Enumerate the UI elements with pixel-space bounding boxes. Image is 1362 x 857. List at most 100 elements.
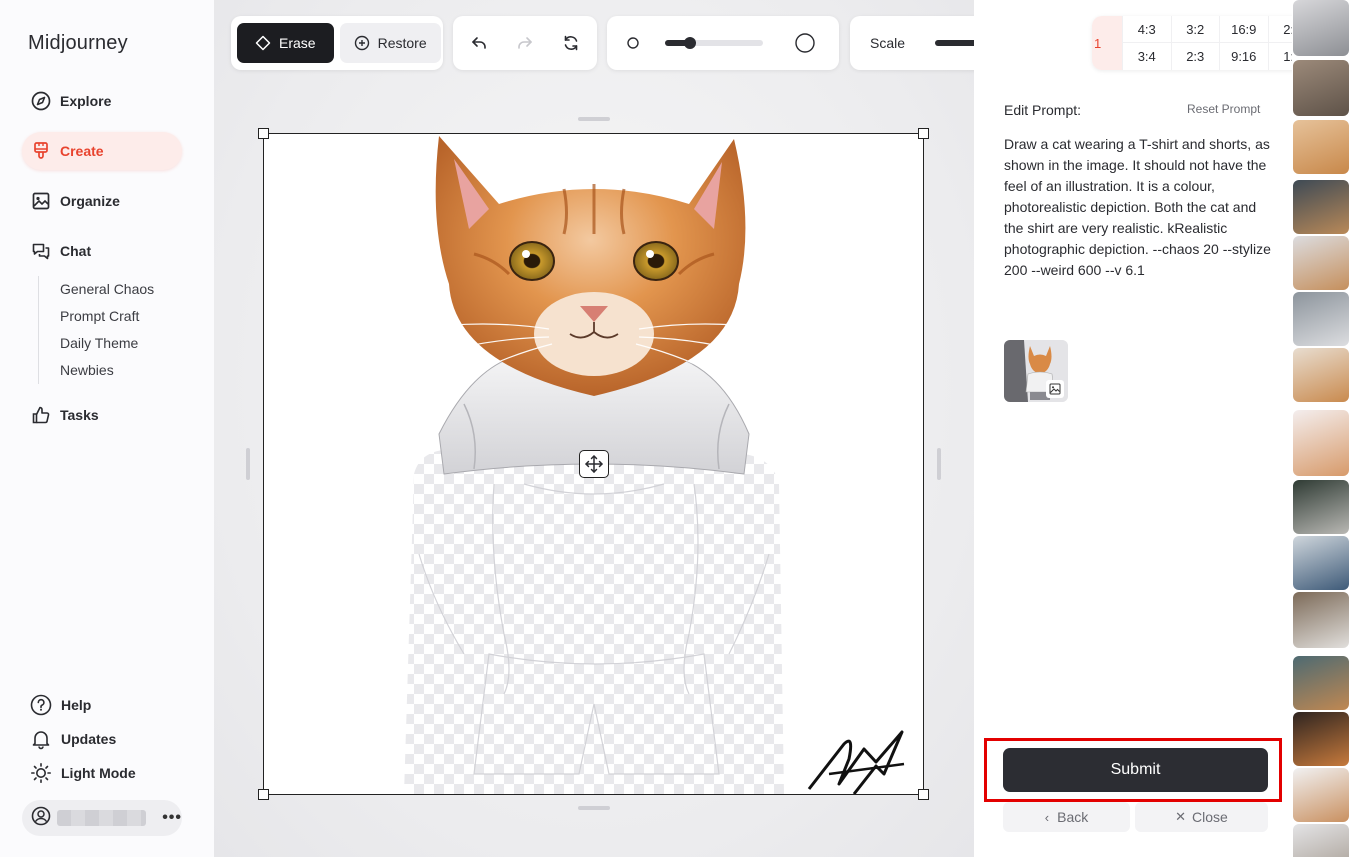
channel-general-chaos[interactable]: General Chaos [39, 276, 188, 303]
history-thumbnail[interactable] [1293, 180, 1349, 234]
history-thumbnail[interactable] [1293, 480, 1349, 534]
history-thumbnail[interactable] [1293, 712, 1349, 766]
help-icon [30, 694, 52, 716]
restore-button[interactable]: Restore [339, 23, 441, 63]
nav-tasks[interactable]: Tasks [22, 396, 182, 434]
nav-organize[interactable]: Organize [22, 182, 182, 220]
nav-updates-label: Updates [61, 731, 117, 747]
edit-prompt-label: Edit Prompt: [1004, 102, 1082, 118]
resize-handle-top-right[interactable] [918, 128, 929, 139]
nav-light-mode-label: Light Mode [61, 765, 136, 781]
restore-label: Restore [377, 35, 427, 51]
more-options-icon[interactable]: ••• [162, 809, 182, 827]
back-button[interactable]: ‹ Back [1003, 802, 1130, 832]
aspect-ratio-selector: 1 4:3 3:2 16:9 2:1 3:4 2:3 9:16 1:2 [1092, 16, 1316, 70]
resize-handle-bottom-left[interactable] [258, 789, 269, 800]
back-label: Back [1057, 809, 1089, 825]
aspect-ratio-selected[interactable]: 1 [1092, 16, 1122, 70]
history-group [453, 16, 597, 70]
brush-size-slider[interactable] [665, 37, 763, 49]
nav-explore[interactable]: Explore [22, 82, 182, 120]
aspect-ratio-16-9[interactable]: 16:9 [1219, 16, 1268, 43]
reference-image-thumb[interactable] [1004, 340, 1068, 402]
left-edge-grip[interactable] [246, 448, 250, 480]
redo-button[interactable] [502, 23, 548, 63]
history-thumbnail-strip[interactable] [1292, 0, 1362, 857]
aspect-ratio-4-3[interactable]: 4:3 [1122, 16, 1171, 43]
aspect-ratio-3-4[interactable]: 3:4 [1122, 43, 1171, 70]
erase-button[interactable]: Erase [237, 23, 334, 63]
prompt-textarea[interactable]: Draw a cat wearing a T-shirt and shorts,… [1004, 134, 1272, 281]
nav-light-mode[interactable]: Light Mode [30, 760, 136, 786]
right-edge-grip[interactable] [937, 448, 941, 480]
close-button[interactable]: ✕ Close [1135, 802, 1268, 832]
history-thumbnail[interactable] [1293, 536, 1349, 590]
redo-icon [518, 37, 532, 49]
nav-chat[interactable]: Chat [22, 232, 182, 270]
brush-size-knob[interactable] [683, 37, 696, 49]
chat-channel-list: General Chaos Prompt Craft Daily Theme N… [38, 276, 188, 384]
nav-updates[interactable]: Updates [30, 726, 116, 752]
move-handle[interactable] [579, 450, 609, 478]
undo-button[interactable] [456, 23, 502, 63]
aspect-ratio-9-16[interactable]: 9:16 [1219, 43, 1268, 70]
large-brush-icon [795, 33, 815, 53]
undo-icon [472, 37, 486, 49]
history-thumbnail[interactable] [1293, 592, 1349, 648]
close-icon: ✕ [1175, 809, 1187, 824]
avatar-icon [31, 806, 51, 831]
brush-size-group [607, 16, 839, 70]
user-menu[interactable]: ••• [22, 800, 182, 836]
channel-daily-theme[interactable]: Daily Theme [39, 330, 188, 357]
submit-button[interactable]: Submit [1003, 748, 1268, 792]
history-thumbnail[interactable] [1293, 410, 1349, 476]
history-thumbnail[interactable] [1293, 0, 1349, 56]
nav-create-label: Create [60, 143, 104, 159]
image-icon [31, 191, 51, 211]
erase-label: Erase [279, 35, 316, 51]
nav-tasks-label: Tasks [60, 407, 99, 423]
image-prompt-badge [1046, 380, 1064, 398]
close-label: Close [1192, 809, 1228, 825]
compass-icon [31, 91, 51, 111]
username-redacted [57, 810, 147, 826]
channel-prompt-craft[interactable]: Prompt Craft [39, 303, 188, 330]
aspect-ratio-3-2[interactable]: 3:2 [1170, 16, 1219, 43]
app-logo[interactable]: Midjourney [28, 32, 128, 55]
sidebar: Midjourney Explore Create Organize Chat … [0, 0, 214, 857]
brush-icon [31, 141, 51, 161]
reset-button[interactable] [548, 23, 594, 63]
small-brush-icon [627, 37, 639, 49]
image-icon [1049, 383, 1061, 395]
history-thumbnail[interactable] [1293, 348, 1349, 402]
aspect-ratio-2-3[interactable]: 2:3 [1170, 43, 1220, 70]
history-thumbnail[interactable] [1293, 768, 1349, 822]
scale-slider[interactable] [935, 40, 974, 46]
eraser-icon [255, 35, 271, 51]
history-thumbnail[interactable] [1293, 824, 1349, 857]
history-thumbnail[interactable] [1293, 292, 1349, 346]
history-thumbnail[interactable] [1293, 120, 1349, 174]
refresh-icon [564, 35, 578, 51]
erase-restore-group: Erase Restore [231, 16, 443, 70]
nav-explore-label: Explore [60, 93, 112, 109]
resize-handle-top-left[interactable] [258, 128, 269, 139]
channel-newbies[interactable]: Newbies [39, 357, 188, 384]
scale-fill [935, 40, 974, 46]
aspect-ratio-grid: 4:3 3:2 16:9 2:1 3:4 2:3 9:16 1:2 [1122, 16, 1316, 70]
top-edge-grip[interactable] [578, 117, 610, 121]
bottom-edge-grip[interactable] [578, 806, 610, 810]
history-thumbnail[interactable] [1293, 236, 1349, 290]
nav-organize-label: Organize [60, 193, 120, 209]
reset-prompt-button[interactable]: Reset Prompt [1187, 102, 1260, 116]
nav-create[interactable]: Create [22, 132, 182, 170]
history-thumbnail[interactable] [1293, 656, 1349, 710]
nav-chat-label: Chat [60, 243, 92, 259]
resize-handle-bottom-right[interactable] [918, 789, 929, 800]
chat-icon [31, 241, 51, 261]
plus-circle-icon [354, 35, 370, 51]
nav-help-label: Help [61, 697, 92, 713]
history-thumbnail[interactable] [1293, 60, 1349, 116]
nav-help[interactable]: Help [30, 692, 91, 718]
chevron-left-icon: ‹ [1044, 809, 1050, 825]
